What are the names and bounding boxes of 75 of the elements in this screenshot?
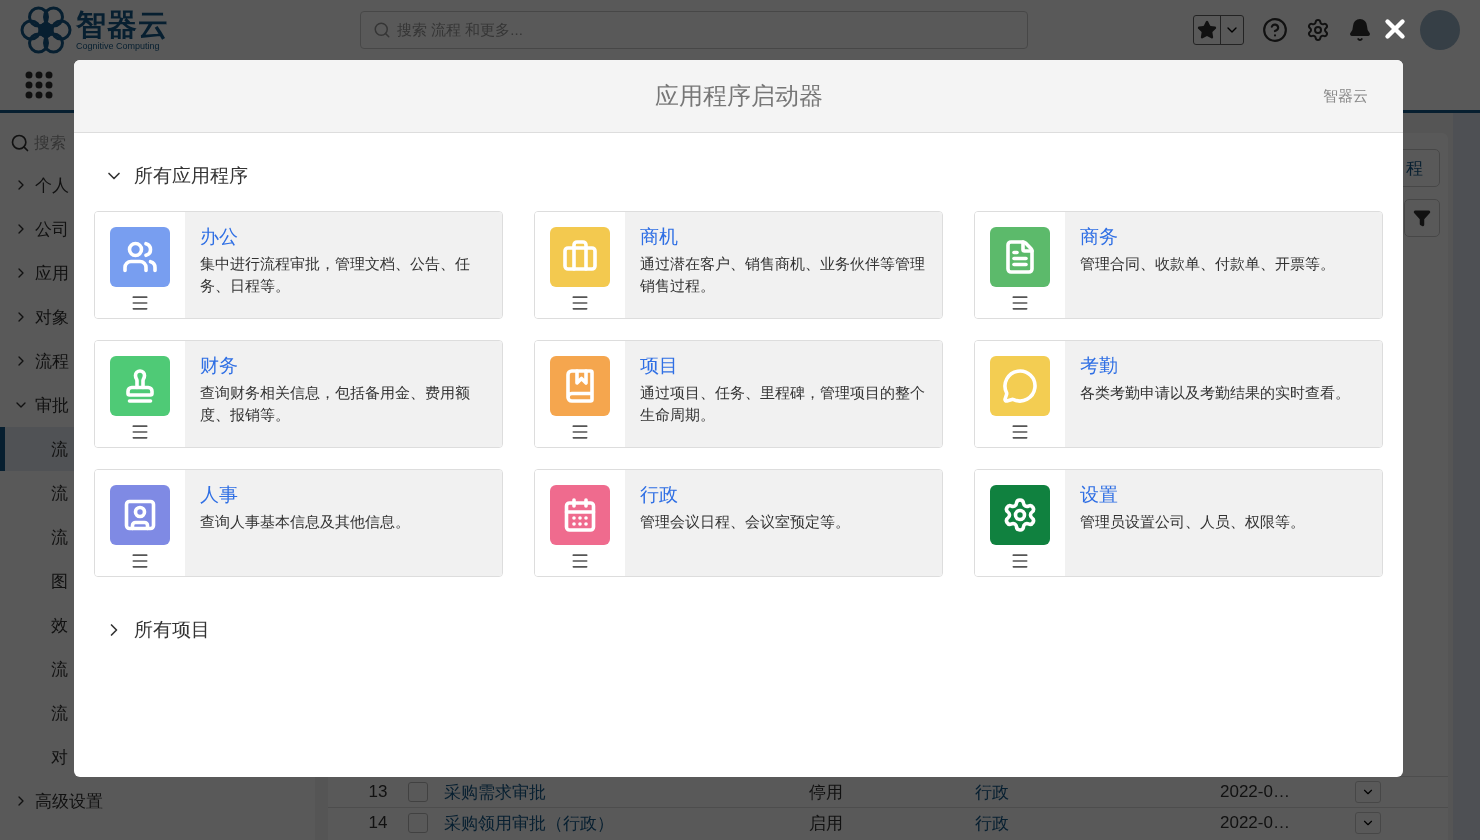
app-name-link[interactable]: 商务 — [1080, 224, 1118, 250]
process-name-link[interactable]: 采购领用审批（行政） — [444, 811, 809, 835]
app-name-link[interactable]: 行政 — [640, 482, 678, 508]
app-name-link[interactable]: 考勤 — [1080, 353, 1118, 379]
sidebar-item[interactable]: 高级设置 — [35, 789, 103, 813]
bell-icon[interactable] — [1348, 18, 1372, 42]
app-card[interactable]: 考勤 各类考勤申请以及考勤结果的实时查看。 — [974, 340, 1383, 448]
help-icon[interactable] — [1262, 17, 1288, 43]
category-link[interactable]: 行政 — [975, 780, 1220, 804]
app-description: 管理员设置公司、人员、权限等。 — [1080, 513, 1306, 532]
app-name-link[interactable]: 商机 — [640, 224, 678, 250]
filter-icon — [1413, 209, 1431, 227]
logo-title: 智器云 — [76, 9, 169, 41]
menu-icon[interactable] — [570, 422, 590, 442]
logo-subtitle: Cognitive Computing — [76, 41, 161, 51]
app-name-link[interactable]: 项目 — [640, 353, 678, 379]
row-checkbox[interactable] — [408, 782, 428, 802]
app-name-link[interactable]: 办公 — [200, 224, 238, 250]
app-description: 通过潜在客户、销售商机、业务伙伴等管理销售过程。 — [640, 255, 926, 296]
app-card[interactable]: 设置 管理员设置公司、人员、权限等。 — [974, 469, 1383, 577]
app-name-link[interactable]: 人事 — [200, 482, 238, 508]
menu-icon[interactable] — [130, 422, 150, 442]
sidebar-item[interactable]: 个人 — [35, 173, 69, 197]
app-card[interactable]: 项目 通过项目、任务、里程碑，管理项目的整个生命周期。 — [534, 340, 943, 448]
menu-icon[interactable] — [1010, 551, 1030, 571]
app-card[interactable]: 办公 集中进行流程审批，管理文档、公告、任务、日程等。 — [94, 211, 503, 319]
app-description: 查询财务相关信息，包括备用金、费用额度、报销等。 — [200, 384, 471, 425]
avatar[interactable] — [1420, 10, 1460, 50]
app-description: 通过项目、任务、里程碑，管理项目的整个生命周期。 — [640, 384, 926, 425]
search-icon — [373, 21, 391, 39]
row-number: 14 — [367, 813, 389, 833]
app-card[interactable]: 人事 查询人事基本信息及其他信息。 — [94, 469, 503, 577]
row-menu-button[interactable] — [1355, 781, 1381, 803]
org-name: 智器云 — [1323, 86, 1368, 106]
favorites-button[interactable] — [1193, 15, 1244, 45]
app-description: 集中进行流程审批，管理文档、公告、任务、日程等。 — [200, 255, 471, 296]
app-description: 管理会议日程、会议室预定等。 — [640, 513, 851, 532]
status-cell-text: 停用 — [809, 781, 844, 804]
app-description: 查询人事基本信息及其他信息。 — [200, 513, 411, 532]
sidebar-item[interactable]: 流程 — [35, 349, 69, 373]
app-description: 管理合同、收款单、付款单、开票等。 — [1080, 255, 1336, 274]
settings-icon[interactable] — [1306, 18, 1330, 42]
search-icon — [10, 133, 30, 153]
app-name-link[interactable]: 设置 — [1080, 482, 1118, 508]
menu-icon[interactable] — [570, 551, 590, 571]
sidebar-item[interactable]: 审批 — [35, 393, 69, 417]
menu-icon[interactable] — [1010, 422, 1030, 442]
star-icon — [1197, 20, 1217, 40]
row-menu-button[interactable] — [1355, 812, 1381, 834]
sidebar-item[interactable]: 公司 — [35, 217, 69, 241]
process-name-link[interactable]: 采购需求审批 — [444, 780, 809, 804]
category-link[interactable]: 行政 — [975, 811, 1220, 835]
menu-icon[interactable] — [130, 293, 150, 313]
app-grid-icon[interactable] — [25, 71, 53, 99]
app-card[interactable]: 财务 查询财务相关信息，包括备用金、费用额度、报销等。 — [94, 340, 503, 448]
sidebar-item[interactable]: 对象 — [35, 305, 69, 329]
date-cell-text: 2022-0… — [1220, 782, 1291, 802]
dialog-title: 应用程序启动器 — [654, 81, 823, 111]
filter-button[interactable] — [1404, 199, 1440, 237]
sidebar-item[interactable]: 应用 — [35, 261, 69, 285]
menu-icon[interactable] — [130, 551, 150, 571]
row-checkbox[interactable] — [408, 813, 428, 833]
app-name-link[interactable]: 财务 — [200, 353, 238, 379]
app-card[interactable]: 商机 通过潜在客户、销售商机、业务伙伴等管理销售过程。 — [534, 211, 943, 319]
menu-icon[interactable] — [1010, 293, 1030, 313]
status-cell-text: 启用 — [809, 812, 844, 835]
section-toggle[interactable]: 所有项目 — [94, 615, 210, 645]
menu-icon[interactable] — [570, 293, 590, 313]
date-cell-text: 2022-0… — [1220, 813, 1291, 833]
section-toggle[interactable]: 所有应用程序 — [94, 161, 248, 191]
row-number: 13 — [367, 782, 389, 802]
logo-icon — [20, 4, 72, 56]
app-card[interactable]: 行政 管理会议日程、会议室预定等。 — [534, 469, 943, 577]
app-description: 各类考勤申请以及考勤结果的实时查看。 — [1080, 384, 1351, 403]
app-card[interactable]: 商务 管理合同、收款单、付款单、开票等。 — [974, 211, 1383, 319]
